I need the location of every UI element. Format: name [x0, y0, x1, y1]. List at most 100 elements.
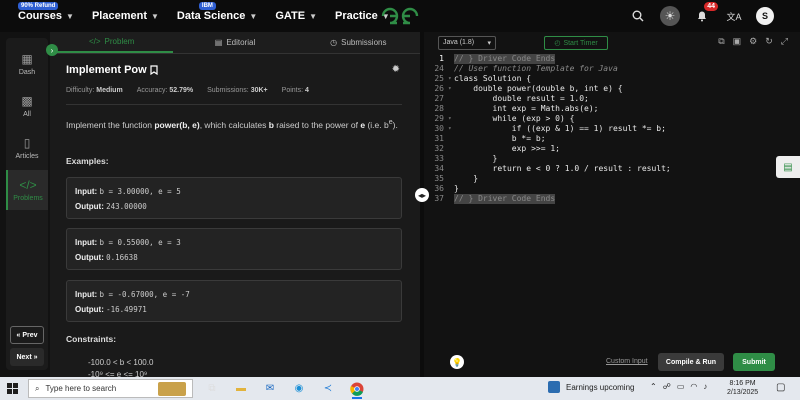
- line-number: 27: [434, 94, 444, 103]
- prev-button[interactable]: « Prev: [10, 326, 44, 344]
- collapse-sidebar-icon[interactable]: ›: [46, 44, 58, 56]
- constraints-heading: Constraints:: [66, 334, 117, 344]
- code-line[interactable]: 31 b *= b;: [424, 134, 800, 144]
- line-number: 28: [434, 104, 444, 113]
- code-line[interactable]: 37// } Driver Code Ends: [424, 194, 800, 204]
- nav-data-science[interactable]: IBM Data Science ▼: [177, 0, 257, 32]
- code-text: return e < 0 ? 1.0 / result : result;: [454, 164, 671, 173]
- nav-courses[interactable]: 90% Refund Courses ▼: [18, 0, 74, 32]
- windows-start-icon[interactable]: [0, 377, 24, 400]
- compile-run-button[interactable]: Compile & Run: [658, 353, 724, 371]
- code-line[interactable]: 30 ▾ if ((exp & 1) == 1) result *= b;: [424, 124, 800, 134]
- start-timer-button[interactable]: ◴ Start Timer: [544, 36, 608, 50]
- search-icon: ⌕: [35, 383, 40, 393]
- problem-meta: Difficulty: Medium Accuracy: 52.79% Subm…: [66, 87, 309, 94]
- sidebar-item-all[interactable]: ▩ All: [6, 86, 48, 126]
- fullscreen-icon[interactable]: ⤢: [781, 36, 788, 47]
- resize-handle-icon[interactable]: ◂▸: [415, 188, 429, 202]
- accuracy-value: 52.79%: [169, 87, 194, 94]
- code-line[interactable]: 26 ▾ double power(double b, int e) {: [424, 84, 800, 94]
- taskbar-search-input[interactable]: ⌕ Type here to search: [28, 379, 193, 398]
- chat-icon[interactable]: ▤: [776, 156, 800, 178]
- notifications-icon[interactable]: ▢: [776, 382, 785, 393]
- windows-taskbar: ⌕ Type here to search ⧉ ▬ ✉ ◉ ≺ Earnings…: [0, 377, 800, 400]
- code-text: }: [454, 154, 498, 163]
- vscode-icon[interactable]: ≺: [319, 380, 337, 397]
- code-line[interactable]: 34 return e < 0 ? 1.0 / result : result;: [424, 164, 800, 174]
- nav-gate[interactable]: GATE ▼: [275, 0, 317, 32]
- network-icon[interactable]: ☍: [663, 382, 671, 391]
- theme-toggle-icon[interactable]: ☀: [660, 6, 680, 26]
- battery-icon[interactable]: ▭: [677, 382, 685, 391]
- code-line[interactable]: 36}: [424, 184, 800, 194]
- outlook-icon[interactable]: ✉: [261, 380, 279, 397]
- example-box: Input: b = 0.55000, e = 3 Output: 0.1663…: [66, 228, 402, 270]
- next-button[interactable]: Next »: [10, 348, 44, 366]
- top-navbar: 90% Refund Courses ▼ Placement ▼ IBM Data …: [0, 0, 800, 32]
- lightbulb-icon[interactable]: 💡: [450, 355, 464, 369]
- editor-actions: ⧉ ▣ ⚙ ↻ ⤢: [718, 36, 788, 47]
- tab-submissions[interactable]: ◷ Submissions: [297, 32, 420, 53]
- editor-bottom-bar: 💡 Custom Input Compile & Run Submit: [424, 350, 800, 376]
- code-line[interactable]: 24 // User function Template for Java: [424, 64, 800, 74]
- chrome-icon[interactable]: [348, 380, 366, 399]
- system-tray: ⌃ ☍ ▭ ◠ ♪: [650, 382, 707, 391]
- volume-icon[interactable]: ♪: [703, 382, 707, 391]
- split-icon[interactable]: ▣: [733, 36, 742, 47]
- tab-problem[interactable]: </> Problem: [50, 32, 174, 53]
- line-number: 32: [434, 144, 444, 153]
- custom-input-link[interactable]: Custom Input: [606, 358, 648, 365]
- news-icon: [548, 381, 560, 393]
- refund-badge: 90% Refund: [18, 2, 59, 10]
- document-icon: ▤: [214, 38, 223, 47]
- file-explorer-icon[interactable]: ▬: [232, 380, 250, 397]
- language-select[interactable]: Java (1.8) ▾: [438, 36, 496, 50]
- tab-editorial[interactable]: ▤ Editorial: [173, 32, 296, 53]
- editor-panel: Java (1.8) ▾ ◴ Start Timer ⧉ ▣ ⚙ ↻ ⤢ 1 // }…: [424, 32, 800, 377]
- gfg-logo-icon[interactable]: [380, 6, 420, 26]
- sidebar-item-dash[interactable]: ▦ Dash: [6, 44, 48, 84]
- taskbar-clock[interactable]: 8:16 PM 2/13/2025: [727, 379, 758, 397]
- sidebar-item-articles[interactable]: ▯ Articles: [6, 128, 48, 168]
- copy-icon[interactable]: ⧉: [718, 36, 724, 47]
- code-editor[interactable]: 1 // } Driver Code Ends 24 // User function…: [424, 54, 800, 214]
- code-text: double power(double b, int e) {: [454, 84, 623, 93]
- code-text: while (exp > 0) {: [454, 114, 575, 123]
- examples-heading: Examples:: [66, 156, 109, 166]
- chevron-down-icon: ▼: [150, 11, 159, 21]
- code-line[interactable]: 28 int exp = Math.abs(e);: [424, 104, 800, 114]
- ibm-badge: IBM: [198, 2, 216, 10]
- nav-placement[interactable]: Placement ▼: [92, 0, 159, 32]
- reset-icon[interactable]: ↻: [765, 36, 773, 47]
- sidebar-item-problems[interactable]: </> Problems: [6, 170, 48, 210]
- translate-icon[interactable]: 文A: [724, 6, 744, 26]
- code-text: b *= b;: [454, 134, 546, 143]
- page-title: Implement Pow: [66, 64, 158, 76]
- wifi-icon[interactable]: ◠: [690, 382, 697, 391]
- bell-icon[interactable]: 44: [692, 2, 718, 26]
- bookmark-icon[interactable]: [150, 65, 158, 75]
- news-widget[interactable]: Earnings upcoming: [548, 381, 634, 393]
- bug-report-icon[interactable]: ✹: [392, 64, 400, 75]
- edge-icon[interactable]: ◉: [290, 380, 308, 397]
- example-box: Input: b = -0.67000, e = -7 Output: -16.…: [66, 280, 402, 322]
- chevron-up-icon[interactable]: ⌃: [650, 382, 657, 391]
- line-number: 34: [434, 164, 444, 173]
- code-line[interactable]: 27 double result = 1.0;: [424, 94, 800, 104]
- code-line[interactable]: 35 }: [424, 174, 800, 184]
- code-line[interactable]: 29 ▾ while (exp > 0) {: [424, 114, 800, 124]
- example-box: Input: b = 3.00000, e = 5 Output: 243.00…: [66, 177, 402, 219]
- code-line[interactable]: 1 // } Driver Code Ends: [424, 54, 800, 64]
- avatar[interactable]: S: [756, 7, 774, 25]
- problem-panel: </> Problem ▤ Editorial ◷ Submissions Imple…: [50, 32, 420, 377]
- code-line[interactable]: 25 ▾ class Solution {: [424, 74, 800, 84]
- task-view-icon[interactable]: ⧉: [203, 380, 221, 397]
- submit-button[interactable]: Submit: [733, 353, 775, 371]
- problem-description: Implement the function power(b, e), whic…: [66, 118, 398, 130]
- code-text: // } Driver Code Ends: [454, 54, 556, 64]
- code-line[interactable]: 32 exp >>= 1;: [424, 144, 800, 154]
- settings-icon[interactable]: ⚙: [749, 36, 757, 47]
- code-line[interactable]: 33 }: [424, 154, 800, 164]
- search-icon[interactable]: [628, 6, 648, 26]
- code-text: exp >>= 1;: [454, 144, 560, 153]
